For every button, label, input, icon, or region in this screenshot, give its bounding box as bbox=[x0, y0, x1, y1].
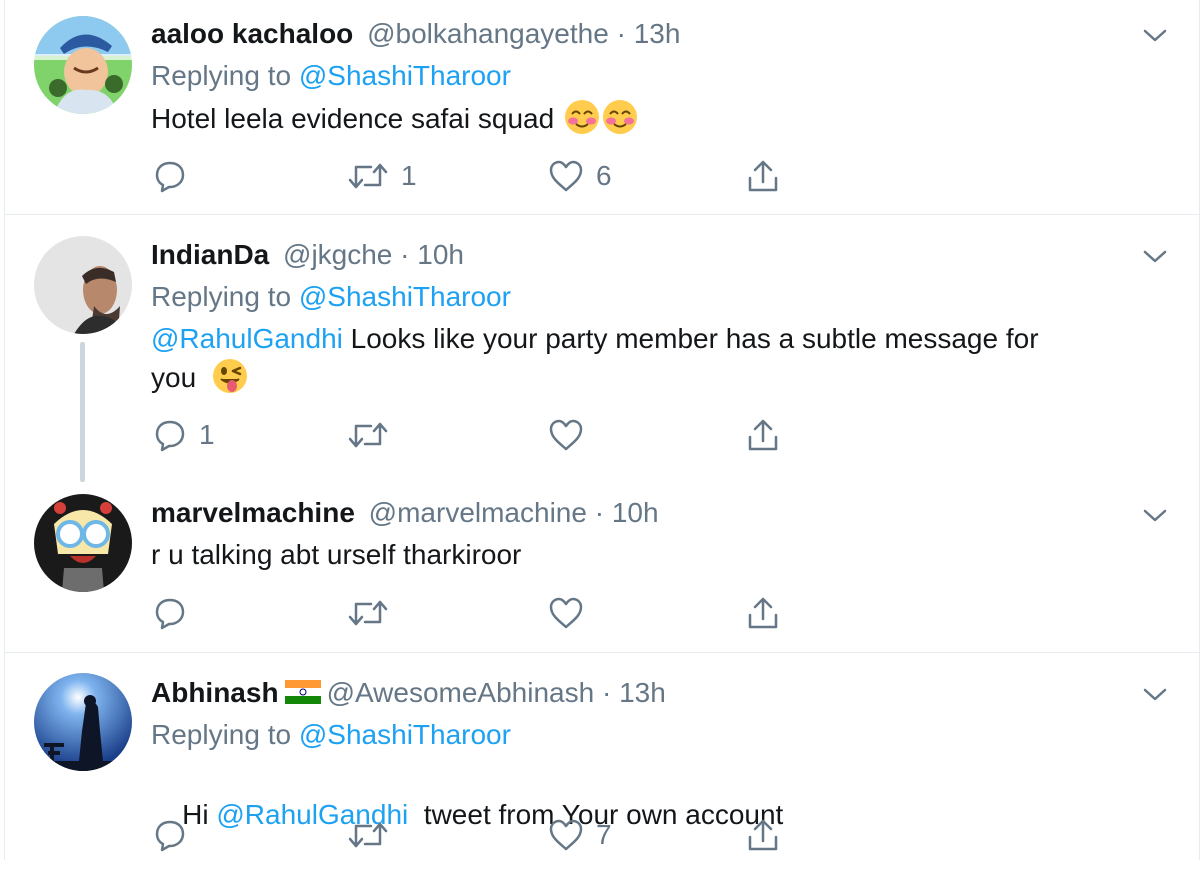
replying-to: Replying to @ShashiTharoor bbox=[151, 58, 511, 94]
heart-icon bbox=[549, 597, 583, 629]
retweet-count: 1 bbox=[401, 160, 417, 191]
display-name[interactable]: IndianDa bbox=[151, 239, 269, 270]
timestamp[interactable]: 13h bbox=[634, 18, 681, 49]
heart-icon bbox=[549, 819, 583, 851]
reply-icon bbox=[155, 598, 185, 630]
smiling-blush-emoji bbox=[602, 100, 637, 134]
heart-icon bbox=[549, 419, 583, 451]
avatar[interactable] bbox=[34, 16, 132, 114]
tweet-header: Abhinash @AwesomeAbhinash · 13h bbox=[151, 675, 666, 711]
display-name[interactable]: aaloo kachaloo bbox=[151, 18, 353, 49]
tweet-text: Hotel leela evidence safai squad bbox=[151, 99, 1141, 138]
avatar[interactable] bbox=[34, 236, 132, 334]
retweet-button[interactable] bbox=[347, 415, 401, 455]
tweet-text: @RahulGandhi Looks like your party membe… bbox=[151, 320, 1141, 397]
replying-to-label: Replying to bbox=[151, 60, 299, 91]
display-name[interactable]: Abhinash bbox=[151, 677, 279, 708]
tweet-text-line: you bbox=[151, 358, 1141, 397]
retweet-button[interactable] bbox=[347, 593, 401, 633]
tweet-text: Hi @RahulGandhi tweet from Your own acco… bbox=[151, 758, 1141, 872]
tweet-header: aaloo kachaloo @bolkahangayethe · 13h bbox=[151, 16, 680, 52]
retweet-icon bbox=[348, 822, 388, 848]
timestamp[interactable]: 10h bbox=[417, 239, 464, 270]
replying-to-link[interactable]: @ShashiTharoor bbox=[299, 60, 511, 91]
mention-link[interactable]: @RahulGandhi bbox=[151, 323, 343, 354]
tweet-header: marvelmachine @marvelmachine · 10h bbox=[151, 495, 659, 531]
chevron-down-icon[interactable] bbox=[1142, 26, 1168, 44]
like-count: 6 bbox=[596, 160, 612, 191]
replying-to: Replying to @ShashiTharoor bbox=[151, 717, 511, 753]
share-button[interactable] bbox=[746, 415, 780, 455]
like-button[interactable]: 7 bbox=[548, 815, 612, 855]
reply-icon bbox=[155, 820, 185, 852]
tweet-header: IndianDa @jkgche · 10h bbox=[151, 237, 464, 273]
separator-dot: · bbox=[392, 239, 418, 270]
separator-dot: · bbox=[594, 677, 620, 708]
tweet-text-content: you bbox=[151, 362, 197, 393]
thread-line bbox=[80, 342, 85, 482]
reply-icon bbox=[155, 161, 185, 193]
separator-dot: · bbox=[608, 18, 634, 49]
tweet-indianda[interactable]: IndianDa @jkgche · 10h Replying to @Shas… bbox=[0, 215, 1202, 482]
user-handle[interactable]: @marvelmachine bbox=[369, 497, 587, 528]
retweet-button[interactable]: 1 bbox=[347, 156, 417, 196]
separator-dot: · bbox=[586, 497, 612, 528]
smiling-blush-emoji bbox=[564, 100, 599, 134]
like-count: 7 bbox=[596, 819, 612, 850]
timestamp[interactable]: 10h bbox=[612, 497, 659, 528]
share-button[interactable] bbox=[746, 156, 780, 196]
retweet-icon bbox=[348, 422, 388, 448]
reply-button[interactable] bbox=[153, 815, 199, 855]
user-handle[interactable]: @AwesomeAbhinash bbox=[327, 677, 595, 708]
share-icon bbox=[748, 819, 778, 851]
share-button[interactable] bbox=[746, 815, 780, 855]
avatar[interactable] bbox=[34, 494, 132, 592]
share-icon bbox=[748, 597, 778, 629]
chevron-down-icon[interactable] bbox=[1142, 247, 1168, 265]
user-handle[interactable]: @bolkahangayethe bbox=[367, 18, 609, 49]
replying-to-label: Replying to bbox=[151, 719, 299, 750]
reply-button[interactable] bbox=[153, 156, 199, 196]
tweet-text-content: Hotel leela evidence safai squad bbox=[151, 103, 555, 134]
tweet-text-content: r u talking abt urself tharkiroor bbox=[151, 539, 522, 570]
retweet-icon bbox=[348, 600, 388, 626]
heart-icon bbox=[549, 160, 583, 192]
share-button[interactable] bbox=[746, 593, 780, 633]
tweet-aaloo-kachaloo[interactable]: aaloo kachaloo @bolkahangayethe · 13h Re… bbox=[0, 0, 1202, 214]
display-name[interactable]: marvelmachine bbox=[151, 497, 355, 528]
chevron-down-icon[interactable] bbox=[1142, 506, 1168, 524]
india-flag-icon bbox=[284, 680, 321, 704]
avatar[interactable] bbox=[34, 673, 132, 771]
replying-to-link[interactable]: @ShashiTharoor bbox=[299, 281, 511, 312]
tweet-abhinash[interactable]: Abhinash @AwesomeAbhinash · 13h Replying… bbox=[0, 653, 1202, 860]
reply-button[interactable]: 1 bbox=[153, 415, 215, 455]
tweet-text-content: Looks like your party member has a subtl… bbox=[342, 323, 1039, 354]
share-icon bbox=[748, 419, 778, 451]
retweet-button[interactable] bbox=[347, 815, 401, 855]
reply-button[interactable] bbox=[153, 593, 199, 633]
retweet-icon bbox=[348, 163, 388, 189]
winking-tongue-emoji bbox=[212, 359, 247, 393]
chevron-down-icon[interactable] bbox=[1142, 685, 1168, 703]
replying-to: Replying to @ShashiTharoor bbox=[151, 279, 511, 315]
tweet-text: r u talking abt urself tharkiroor bbox=[151, 536, 1141, 574]
tweet-marvelmachine[interactable]: marvelmachine @marvelmachine · 10h r u t… bbox=[0, 477, 1202, 652]
share-icon bbox=[748, 160, 778, 192]
timestamp[interactable]: 13h bbox=[619, 677, 666, 708]
reply-count: 1 bbox=[199, 419, 215, 450]
replying-to-label: Replying to bbox=[151, 281, 299, 312]
reply-icon bbox=[155, 420, 185, 452]
like-button[interactable] bbox=[548, 415, 596, 455]
replying-to-link[interactable]: @ShashiTharoor bbox=[299, 719, 511, 750]
user-handle[interactable]: @jkgche bbox=[283, 239, 392, 270]
like-button[interactable]: 6 bbox=[548, 156, 612, 196]
tweet-text-line: @RahulGandhi Looks like your party membe… bbox=[151, 320, 1141, 358]
like-button[interactable] bbox=[548, 593, 596, 633]
